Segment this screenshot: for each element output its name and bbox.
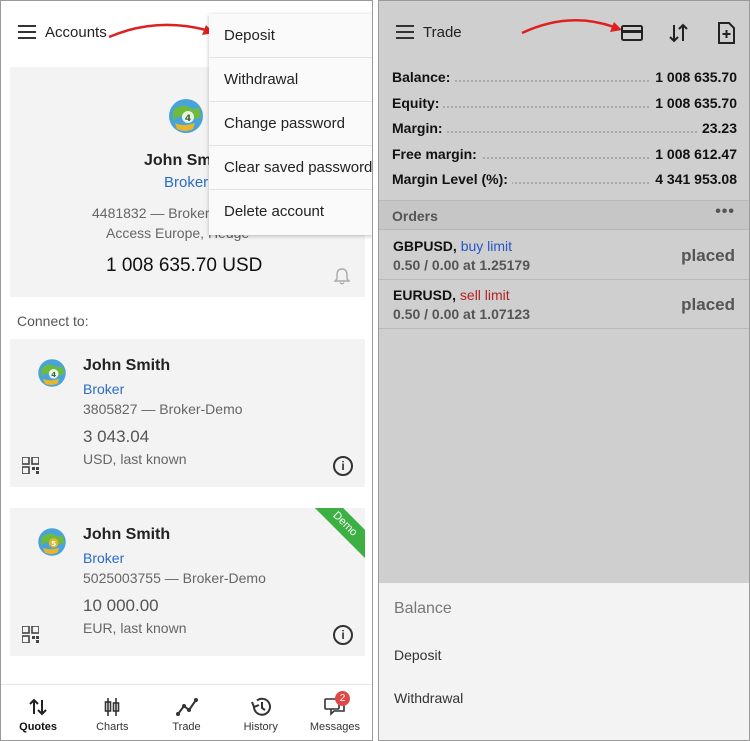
account-broker[interactable]: Broker (83, 381, 124, 397)
nav-quotes[interactable]: Quotes (1, 685, 75, 740)
summary-row-balance: Balance: 1 008 635.70 (392, 69, 737, 95)
trade-screen: Trade Balance: 1 008 635.70 Equity: 1 00… (378, 0, 750, 741)
order-detail: 0.50 / 0.00 at 1.25179 (393, 257, 530, 273)
account-card[interactable]: 5 Demo John Smith Broker 5025003755 — Br… (10, 508, 365, 656)
account-broker[interactable]: Broker (83, 550, 124, 566)
qr-code-icon[interactable] (22, 457, 39, 474)
order-status: placed (681, 246, 735, 265)
order-row[interactable]: EURUSD, sell limit 0.50 / 0.00 at 1.0712… (379, 280, 749, 329)
account-currency: EUR, last known (83, 620, 187, 636)
account-name: John Smith (83, 526, 171, 543)
summary-row-free-margin: Free margin: 1 008 612.47 (392, 145, 737, 172)
orders-header: Orders ••• (379, 200, 749, 230)
summary-row-margin-level: Margin Level (%): 4 341 953.08 (392, 171, 737, 197)
broker-logo-icon: 4 (38, 359, 66, 387)
summary-label: Margin Level (%): (392, 171, 512, 187)
demo-badge: Demo (308, 508, 365, 561)
account-context-menu: Deposit Withdrawal Change password Clear… (209, 14, 372, 235)
sort-icon[interactable] (668, 22, 690, 44)
order-symbol: EURUSD, sell limit (393, 287, 510, 303)
menu-icon[interactable] (18, 25, 36, 39)
new-order-icon[interactable] (715, 22, 737, 44)
summary-value: 1 008 612.47 (651, 145, 737, 162)
page-title: Trade (423, 24, 462, 41)
svg-text:5: 5 (51, 539, 56, 548)
menu-item-deposit[interactable]: Deposit (209, 14, 372, 58)
summary-value: 1 008 635.70 (651, 69, 737, 85)
order-row[interactable]: GBPUSD, buy limit 0.50 / 0.00 at 1.25179… (379, 231, 749, 280)
menu-item-delete-account[interactable]: Delete account (209, 190, 372, 234)
quotes-icon (29, 698, 47, 716)
current-account-balance: 1 008 635.70 USD (106, 255, 263, 276)
account-balance: 3 043.04 (83, 427, 150, 446)
sheet-item-withdrawal[interactable]: Withdrawal (394, 690, 463, 706)
account-card[interactable]: 4 John Smith Broker 3805827 — Broker-Dem… (10, 339, 365, 487)
nav-history[interactable]: History (224, 685, 298, 740)
accounts-screen: Accounts 4 John Smith Broker 4481832 — B… (0, 0, 373, 741)
order-status: placed (681, 295, 735, 314)
info-icon[interactable]: i (333, 456, 353, 476)
bell-icon[interactable] (334, 267, 350, 285)
summary-row-margin: Margin: 23.23 (392, 120, 737, 146)
account-currency: USD, last known (83, 451, 187, 467)
account-login: 5025003755 — Broker-Demo (83, 570, 266, 586)
nav-messages[interactable]: Messages (298, 685, 372, 740)
connect-to-label: Connect to: (17, 313, 89, 329)
summary-value: 23.23 (697, 120, 737, 136)
svg-text:4: 4 (185, 114, 191, 124)
annotation-arrow (521, 19, 622, 35)
annotation-arrow (108, 23, 214, 39)
sheet-title: Balance (394, 600, 452, 617)
info-icon[interactable]: i (333, 625, 353, 645)
more-options-icon[interactable]: ••• (715, 203, 735, 221)
summary-label: Equity: (392, 94, 444, 111)
order-symbol: GBPUSD, buy limit (393, 238, 512, 254)
qr-code-icon[interactable] (22, 626, 39, 643)
nav-history-label: History (243, 721, 278, 733)
current-account-login: 4481832 — Broker (92, 205, 210, 221)
summary-value: 4 341 953.08 (651, 171, 737, 187)
nav-messages-label: Messages (309, 721, 360, 733)
summary-label: Free margin: (392, 145, 481, 162)
charts-icon (104, 698, 120, 716)
credit-card-icon[interactable] (621, 22, 643, 44)
nav-quotes-label: Quotes (19, 721, 58, 733)
menu-item-clear-saved-password[interactable]: Clear saved password (209, 146, 372, 190)
order-symbol-name: EURUSD, (393, 287, 457, 303)
broker-logo-icon: 4 (169, 99, 203, 133)
nav-trade-label: Trade (172, 721, 201, 733)
summary-label: Margin: (392, 120, 447, 136)
nav-charts-label: Charts (96, 721, 129, 733)
order-type: buy limit (460, 238, 513, 254)
menu-item-withdrawal[interactable]: Withdrawal (209, 58, 372, 102)
nav-trade[interactable]: Trade (149, 685, 223, 740)
sheet-item-deposit[interactable]: Deposit (394, 647, 441, 663)
svg-text:4: 4 (51, 370, 56, 379)
account-balance: 10 000.00 (83, 596, 159, 615)
menu-item-change-password[interactable]: Change password (209, 102, 372, 146)
orders-title: Orders (392, 208, 438, 224)
menu-icon[interactable] (396, 25, 414, 39)
balance-bottom-sheet: Balance Deposit Withdrawal (379, 583, 749, 740)
bottom-navigation: Quotes Charts Trade History Messages (1, 684, 372, 740)
order-type: sell limit (459, 287, 510, 303)
summary-row-equity: Equity: 1 008 635.70 (392, 94, 737, 121)
trade-icon (175, 698, 198, 716)
broker-logo-icon: 5 (38, 528, 66, 556)
account-name: John Smith (83, 357, 171, 374)
nav-charts[interactable]: Charts (75, 685, 149, 740)
messages-badge: 2 (335, 691, 350, 706)
summary-label: Balance: (392, 69, 455, 85)
page-title: Accounts (45, 24, 107, 41)
current-account-broker[interactable]: Broker (164, 174, 208, 191)
account-login: 3805827 — Broker-Demo (83, 401, 243, 417)
account-summary: Balance: 1 008 635.70 Equity: 1 008 635.… (392, 69, 737, 197)
history-icon (250, 697, 271, 716)
order-symbol-name: GBPUSD, (393, 238, 457, 254)
summary-value: 1 008 635.70 (651, 94, 737, 111)
order-detail: 0.50 / 0.00 at 1.07123 (393, 306, 530, 322)
